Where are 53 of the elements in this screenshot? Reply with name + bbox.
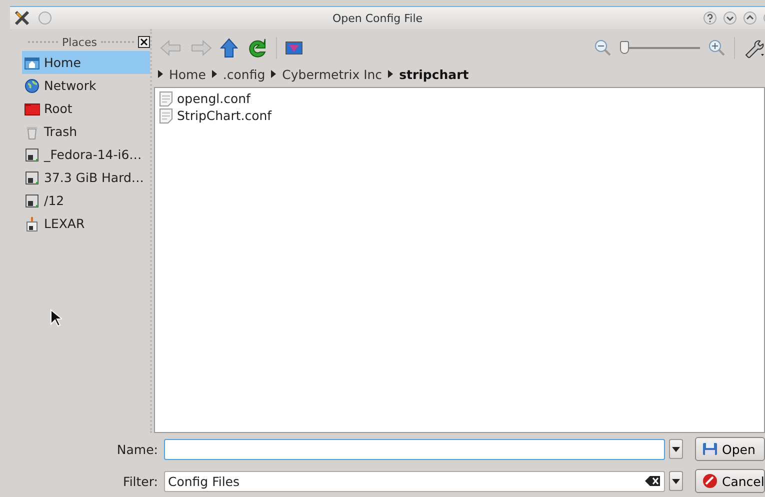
- help-button[interactable]: [703, 11, 717, 25]
- breadcrumb-item[interactable]: .config: [222, 66, 266, 82]
- arrow-right-icon[interactable]: [158, 70, 163, 78]
- place-item[interactable]: /12: [22, 189, 150, 212]
- reload-icon[interactable]: [246, 37, 268, 59]
- caret-icon: [672, 446, 680, 452]
- folder-icon: [24, 100, 40, 116]
- arrow-right-icon[interactable]: [212, 70, 217, 78]
- minimize-button[interactable]: [723, 11, 737, 25]
- zoom-in-icon[interactable]: [708, 39, 726, 57]
- cancel-button[interactable]: Cancel: [695, 469, 765, 493]
- place-item[interactable]: Home: [22, 51, 150, 74]
- breadcrumb-item[interactable]: Cybermetrix Inc: [282, 66, 382, 82]
- filter-label: Filter:: [122, 474, 159, 488]
- home-icon: [24, 54, 40, 70]
- place-item[interactable]: 37.3 GiB Hard…: [22, 166, 150, 189]
- caret-icon: [672, 478, 680, 484]
- places-title: Places: [62, 36, 97, 48]
- cancel-icon: [702, 473, 718, 489]
- file-item[interactable]: opengl.conf: [177, 91, 250, 106]
- arrow-right-icon[interactable]: [271, 70, 276, 78]
- arrow-right-icon[interactable]: [388, 70, 394, 78]
- breadcrumb-item[interactable]: Home: [169, 66, 206, 82]
- image-icon[interactable]: [285, 40, 303, 56]
- filter-field[interactable]: Config Files: [164, 470, 665, 492]
- usb-drive-icon: [24, 216, 40, 232]
- document-icon: [159, 90, 173, 106]
- drive-icon: [24, 170, 40, 186]
- breadcrumb-item[interactable]: stripchart: [399, 66, 469, 82]
- name-label: Name:: [116, 442, 159, 456]
- up-arrow-icon[interactable]: [220, 38, 238, 58]
- mouse-pointer-icon: [50, 309, 62, 327]
- maximize-button[interactable]: [743, 11, 757, 25]
- drive-icon: [24, 192, 40, 208]
- dropdown-button[interactable]: [669, 471, 683, 491]
- app-icon: [14, 10, 32, 26]
- name-field[interactable]: [164, 438, 665, 460]
- open-button[interactable]: Open: [695, 437, 765, 461]
- document-icon: [159, 108, 173, 124]
- place-item[interactable]: LEXAR: [22, 212, 150, 235]
- place-item[interactable]: Root: [22, 97, 150, 120]
- clear-icon[interactable]: [645, 475, 661, 487]
- dropdown-button[interactable]: [669, 439, 683, 459]
- place-item[interactable]: _Fedora-14-i6…: [22, 143, 150, 166]
- wrench-icon[interactable]: [743, 38, 765, 58]
- window-title: Open Config File: [331, 12, 424, 24]
- close-panel-button[interactable]: [138, 36, 150, 48]
- place-item[interactable]: Trash: [22, 120, 150, 143]
- place-item[interactable]: Network: [22, 74, 150, 97]
- globe-icon: [24, 78, 40, 94]
- zoom-slider[interactable]: [620, 41, 700, 55]
- file-item[interactable]: StripChart.conf: [177, 108, 272, 123]
- drive-icon: [24, 146, 40, 162]
